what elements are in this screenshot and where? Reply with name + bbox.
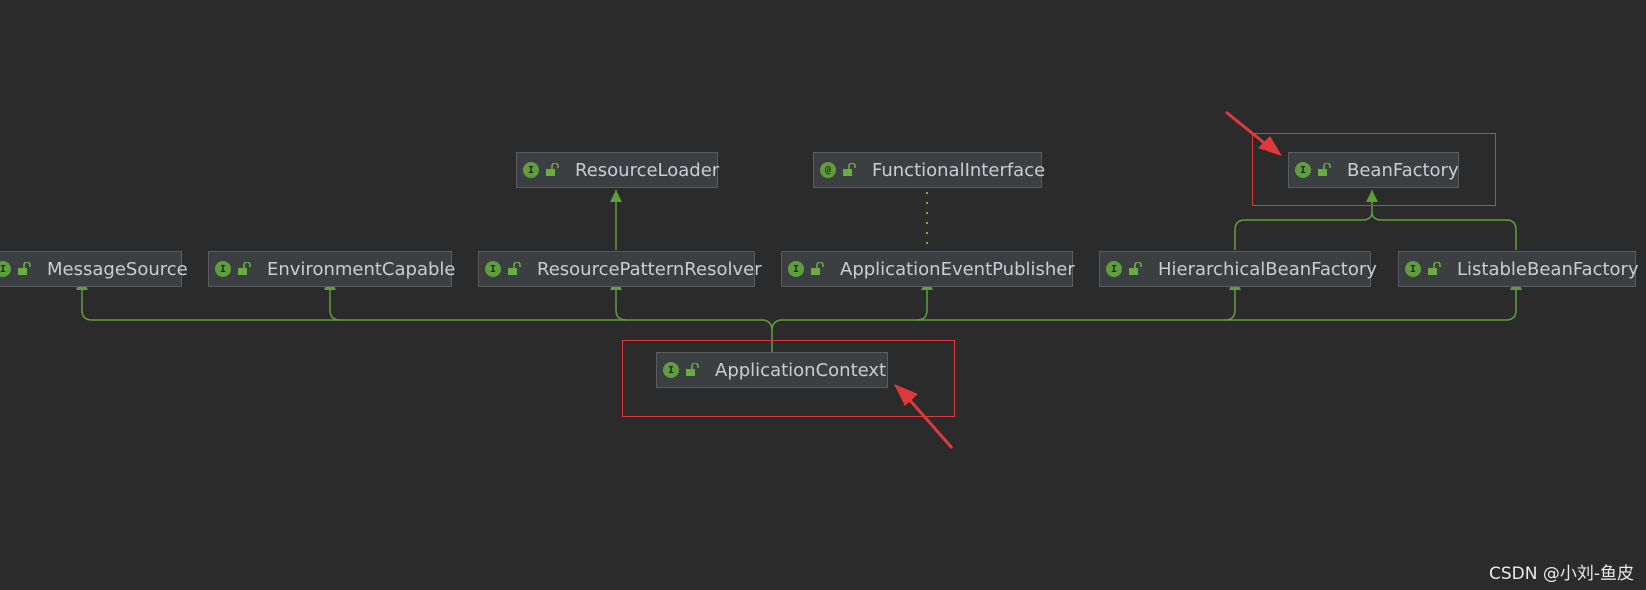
- unlocked-icon: [546, 163, 559, 176]
- diagram-canvas: [76, 110, 1522, 449]
- annotation-icon: @: [820, 162, 836, 178]
- edge-bus-right: [780, 290, 1517, 321]
- interface-icon: I: [663, 362, 679, 378]
- node-application-event-publisher[interactable]: I ApplicationEventPublisher: [781, 251, 1075, 287]
- node-resource-pattern-resolver[interactable]: I ResourcePatternResolver: [478, 251, 762, 287]
- node-label: ApplicationContext: [715, 359, 887, 381]
- node-label: ResourceLoader: [575, 159, 720, 181]
- node-label: BeanFactory: [1347, 159, 1459, 181]
- node-label: ApplicationEventPublisher: [840, 258, 1075, 280]
- unlocked-icon: [1428, 262, 1441, 275]
- node-label: ListableBeanFactory: [1457, 258, 1639, 280]
- node-listable-bean-factory[interactable]: I ListableBeanFactory: [1398, 251, 1639, 287]
- edge-bus-hierarchical: [1224, 290, 1236, 321]
- unlocked-icon: [18, 262, 31, 275]
- unlocked-icon: [238, 262, 251, 275]
- node-bean-factory[interactable]: I BeanFactory: [1288, 152, 1459, 188]
- interface-icon: I: [1106, 261, 1122, 277]
- edge-bus-resourcepattern: [615, 290, 627, 321]
- unlocked-icon: [1129, 262, 1142, 275]
- node-message-source[interactable]: I MessageSource: [0, 251, 188, 287]
- unlocked-icon: [508, 262, 521, 275]
- edge-listable-beanfactory: [1371, 211, 1517, 250]
- edge-bus-eventpublisher: [916, 290, 928, 321]
- node-label: ResourcePatternResolver: [537, 258, 762, 280]
- node-label: HierarchicalBeanFactory: [1158, 258, 1377, 280]
- interface-icon: I: [1295, 162, 1311, 178]
- interface-icon: I: [0, 261, 11, 277]
- watermark: CSDN @小刘-鱼皮: [1488, 564, 1634, 584]
- interface-icon: I: [788, 261, 804, 277]
- unlocked-icon: [686, 363, 699, 376]
- node-application-context[interactable]: I ApplicationContext: [656, 352, 888, 388]
- node-resource-loader[interactable]: I ResourceLoader: [516, 152, 720, 188]
- edge-bus-environment: [329, 290, 341, 321]
- unlocked-icon: [1318, 163, 1331, 176]
- interface-icon: I: [485, 261, 501, 277]
- node-label: EnvironmentCapable: [267, 258, 456, 280]
- node-environment-capable[interactable]: I EnvironmentCapable: [208, 251, 456, 287]
- interface-icon: I: [523, 162, 539, 178]
- edge-bus-left: [81, 290, 764, 321]
- arrowhead-resource-loader: [610, 190, 622, 202]
- node-functional-interface[interactable]: @ FunctionalInterface: [813, 152, 1046, 188]
- edge-context-trunk-left: [763, 319, 773, 331]
- interface-icon: I: [1405, 261, 1421, 277]
- node-label: FunctionalInterface: [872, 159, 1046, 181]
- node-label: MessageSource: [47, 258, 188, 280]
- unlocked-icon: [843, 163, 856, 176]
- interface-icon: I: [215, 261, 231, 277]
- unlocked-icon: [811, 262, 824, 275]
- node-hierarchical-bean-factory[interactable]: I HierarchicalBeanFactory: [1099, 251, 1377, 287]
